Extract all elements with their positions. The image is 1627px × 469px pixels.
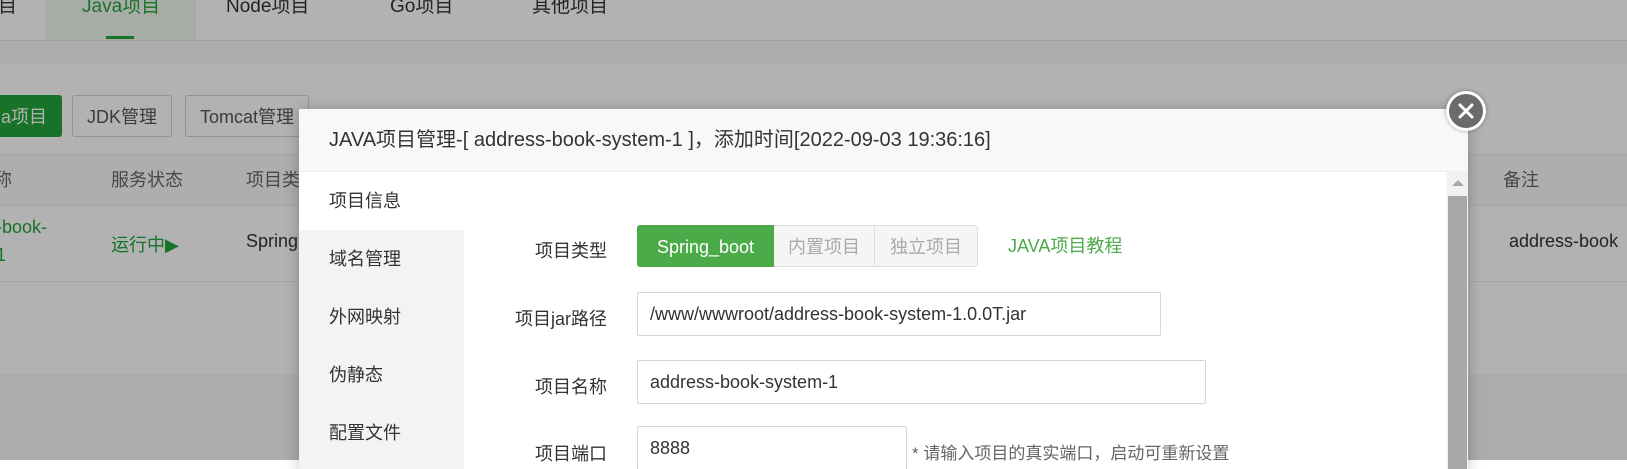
java-project-modal: JAVA项目管理-[ address-book-system-1 ]，添加时间[… <box>299 109 1468 469</box>
project-name-input[interactable]: address-book-system-1 <box>637 360 1206 404</box>
modal-title: JAVA项目管理-[ address-book-system-1 ]，添加时间[… <box>329 129 991 151</box>
jar-path-input[interactable]: /www/wwwroot/address-book-system-1.0.0T.… <box>637 292 1161 336</box>
sidebar-item-project-info[interactable]: 项目信息 <box>299 172 464 230</box>
modal-header: JAVA项目管理-[ address-book-system-1 ]，添加时间[… <box>299 109 1468 172</box>
scroll-up-arrow-icon[interactable] <box>1452 180 1464 186</box>
sidebar-item-config-file[interactable]: 配置文件 <box>299 404 464 462</box>
type-option-spring-boot[interactable]: Spring_boot <box>637 225 774 267</box>
java-tutorial-link[interactable]: JAVA项目教程 <box>1008 225 1122 267</box>
modal-scrollbar[interactable] <box>1447 172 1468 469</box>
close-modal-button[interactable] <box>1446 91 1486 131</box>
project-port-label: 项目端口 <box>535 444 607 464</box>
project-port-input[interactable]: 8888 <box>637 426 907 469</box>
sidebar-item-rewrite[interactable]: 伪静态 <box>299 346 464 404</box>
project-port-hint: * 请输入项目的真实端口，启动可重新设置 <box>912 444 1230 463</box>
project-name-label: 项目名称 <box>535 377 607 397</box>
modal-sidebar: 项目信息 域名管理 外网映射 伪静态 配置文件 <box>299 172 464 469</box>
close-icon <box>1449 94 1483 128</box>
type-option-standalone[interactable]: 独立项目 <box>875 225 978 267</box>
jar-path-label: 项目jar路径 <box>514 309 607 329</box>
project-type-label: 项目类型 <box>535 241 607 261</box>
type-option-builtin[interactable]: 内置项目 <box>774 225 875 267</box>
scrollbar-thumb[interactable] <box>1448 196 1467 469</box>
sidebar-item-external-mapping[interactable]: 外网映射 <box>299 288 464 346</box>
sidebar-item-domain-management[interactable]: 域名管理 <box>299 230 464 288</box>
